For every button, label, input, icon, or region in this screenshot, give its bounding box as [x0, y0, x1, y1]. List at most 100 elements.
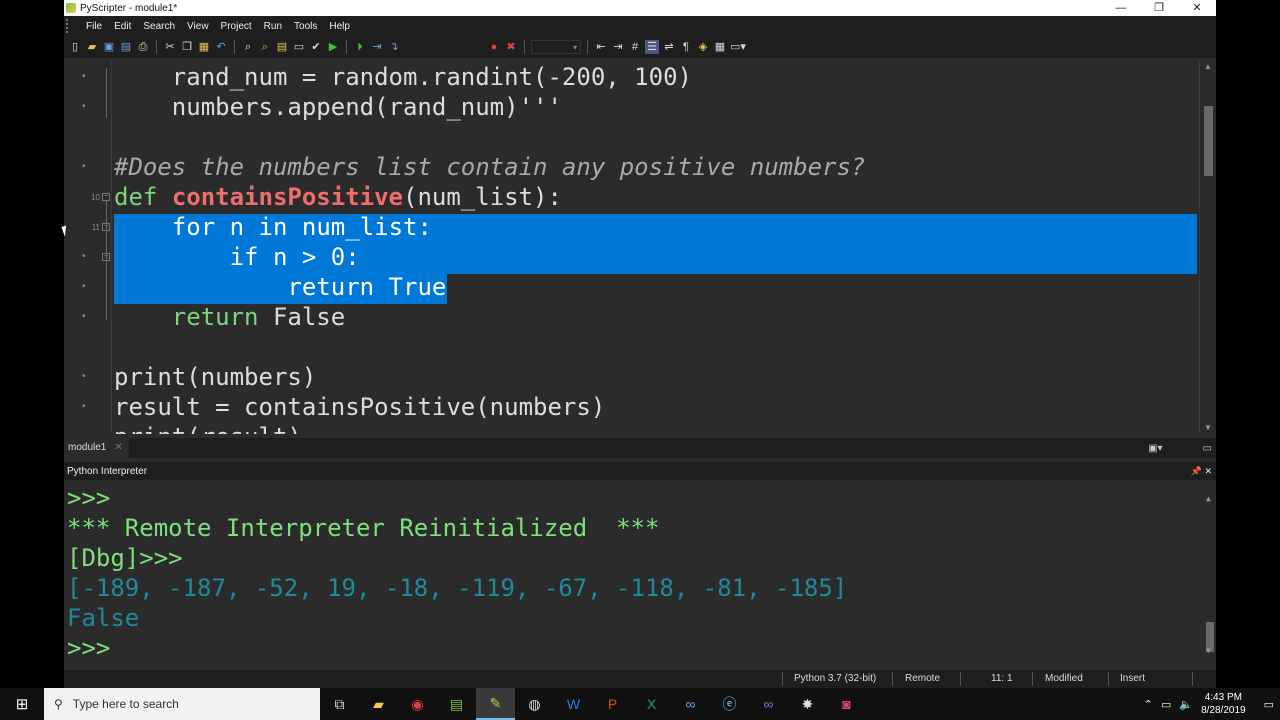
save-all-icon[interactable]: ▤ [119, 40, 133, 54]
menu-tools[interactable]: Tools [288, 21, 323, 32]
code-line[interactable]: print(result) [114, 422, 302, 434]
console-line: *** Remote Interpreter Reinitialized *** [67, 514, 660, 542]
notepad-icon[interactable]: ▤ [437, 688, 476, 720]
tab-close-icon[interactable]: ✕ [114, 438, 122, 458]
chevron-up-icon[interactable]: ⌃ [1144, 698, 1153, 711]
code-line[interactable]: result = containsPositive(numbers) [114, 392, 605, 422]
paint-icon[interactable]: ◍ [515, 688, 554, 720]
code-area[interactable]: rand_num = random.randint(-200, 100) num… [114, 60, 1197, 434]
find-replace-icon[interactable]: ⌕ [258, 40, 272, 54]
system-tray: ⌃ ▭ 🔈 4:43 PM 8/28/2019 ▭ [1144, 691, 1280, 717]
pyscripter-icon[interactable]: ✎ [476, 688, 515, 720]
menu-run[interactable]: Run [258, 21, 288, 32]
paste-icon[interactable]: ▦ [197, 40, 211, 54]
dedent-icon[interactable]: ⇥ [611, 40, 625, 54]
step-over-icon[interactable]: ↴ [387, 40, 401, 54]
powerpoint-icon[interactable]: P [593, 688, 632, 720]
keyword-token: def [114, 183, 158, 211]
volume-icon[interactable]: 🔈 [1179, 698, 1193, 711]
indent-icon[interactable]: ⇤ [594, 40, 608, 54]
editor-scroll-thumb[interactable] [1204, 106, 1213, 176]
code-line[interactable]: for n in num_list: [114, 212, 432, 242]
tab-list-icon[interactable]: ▣▾ [1148, 443, 1162, 454]
taskbar-search-box[interactable]: ⚲ Type here to search [44, 688, 320, 720]
debug-icon[interactable]: ⏵ [353, 40, 367, 54]
edge-icon[interactable]: ⓔ [710, 688, 749, 720]
menu-edit[interactable]: Edit [108, 21, 137, 32]
new-file-icon[interactable]: ▯ [68, 40, 82, 54]
word-icon[interactable]: W [554, 688, 593, 720]
find-icon[interactable]: ⌕ [241, 40, 255, 54]
scroll-down-icon[interactable]: ▼ [1206, 636, 1211, 666]
find-in-files-icon[interactable]: ▤ [275, 40, 289, 54]
step-into-icon[interactable]: ⇥ [370, 40, 384, 54]
code-line[interactable]: print(numbers) [114, 362, 316, 392]
network-icon[interactable]: ▭ [1161, 698, 1171, 711]
app3-icon[interactable]: ✸ [788, 688, 827, 720]
insert-mode-status: Insert [1120, 673, 1146, 684]
pilcrow-icon[interactable]: ¶ [679, 40, 693, 54]
code-token: numbers.append(rand_num)''' [171, 93, 562, 121]
more-icon[interactable]: ▭▾ [730, 40, 746, 54]
toggle-linebreak-icon[interactable]: ⇌ [662, 40, 676, 54]
interpreter-scrollbar[interactable]: ▲ ▼ [1203, 482, 1216, 668]
code-line[interactable]: return True [114, 272, 446, 302]
python-interpreter-console[interactable]: >>> *** Remote Interpreter Reinitialized … [64, 482, 1216, 668]
toggle-breakpoint-icon[interactable]: ● [487, 40, 501, 54]
chrome-icon[interactable]: ◉ [398, 688, 437, 720]
syntax-check-icon[interactable]: ✔ [309, 40, 323, 54]
clock[interactable]: 4:43 PM 8/28/2019 [1201, 691, 1246, 717]
tab-module1[interactable]: module1 ✕ [64, 438, 129, 458]
goto-line-icon[interactable]: ▭ [292, 40, 306, 54]
scroll-up-icon[interactable]: ▲ [1204, 62, 1212, 71]
close-panel-icon[interactable]: ✕ [1204, 466, 1212, 476]
print-icon[interactable]: ⎙ [136, 40, 150, 54]
app2-icon[interactable]: ∞ [749, 688, 788, 720]
save-icon[interactable]: ▣ [102, 40, 116, 54]
explorer-icon[interactable]: ▦ [713, 40, 727, 54]
pin-icon[interactable]: 📌 [1191, 466, 1202, 476]
code-editor[interactable]: •••10−11−•−••••• rand_num = random.randi… [64, 60, 1216, 434]
gutter-line: • [64, 62, 112, 92]
windows-start-icon[interactable]: ⊞ [0, 688, 44, 720]
cut-icon[interactable]: ✂ [163, 40, 177, 54]
code-line[interactable]: numbers.append(rand_num)''' [114, 92, 562, 122]
comment-icon[interactable]: # [628, 40, 642, 54]
engine-status[interactable]: Remote [905, 673, 940, 684]
python-version-status[interactable]: Python 3.7 (32-bit) [794, 673, 876, 684]
toggle-whitespace-icon[interactable]: ☰ [645, 40, 659, 54]
menu-project[interactable]: Project [215, 21, 258, 32]
menu-help[interactable]: Help [323, 21, 356, 32]
clear-breakpoints-icon[interactable]: ✖ [504, 40, 518, 54]
code-line[interactable]: return False [114, 302, 345, 332]
menu-search[interactable]: Search [137, 21, 181, 32]
layout-icon[interactable]: ◈ [696, 40, 710, 54]
code-line[interactable]: #Does the numbers list contain any posit… [114, 152, 865, 182]
excel-icon[interactable]: X [632, 688, 671, 720]
copy-icon[interactable]: ❐ [180, 40, 194, 54]
editor-vertical-scrollbar[interactable]: ▲ ▼ [1199, 60, 1216, 434]
scroll-up-icon[interactable]: ▲ [1206, 484, 1211, 514]
debug-combo[interactable]: ▾ [531, 40, 581, 54]
windows-taskbar: ⊞ ⚲ Type here to search ⧉ ▰ ◉ ▤ ✎ ◍ W P … [0, 688, 1280, 720]
code-line[interactable]: rand_num = random.randint(-200, 100) [114, 62, 692, 92]
run-icon[interactable]: ▶ [326, 40, 340, 54]
restore-button[interactable]: ❐ [1140, 0, 1178, 16]
undo-icon[interactable]: ↶ [214, 40, 228, 54]
app-icon[interactable]: ∞ [671, 688, 710, 720]
minimize-button[interactable]: — [1102, 0, 1140, 16]
line-number: 11 [91, 223, 100, 232]
file-explorer-icon[interactable]: ▰ [359, 688, 398, 720]
new-tab-icon[interactable]: ▭ [1203, 443, 1212, 454]
task-view-icon[interactable]: ⧉ [320, 688, 359, 720]
open-file-icon[interactable]: ▰ [85, 40, 99, 54]
line-marker: • [82, 281, 86, 292]
menu-view[interactable]: View [181, 21, 215, 32]
menu-file[interactable]: File [80, 21, 108, 32]
scroll-down-icon[interactable]: ▼ [1204, 423, 1212, 432]
close-window-button[interactable]: ✕ [1178, 0, 1216, 16]
app4-icon[interactable]: ◙ [827, 688, 866, 720]
code-line[interactable]: def containsPositive(num_list): [114, 182, 562, 212]
notification-icon[interactable]: ▭ [1264, 698, 1274, 711]
code-line[interactable]: if n > 0: [114, 242, 360, 272]
